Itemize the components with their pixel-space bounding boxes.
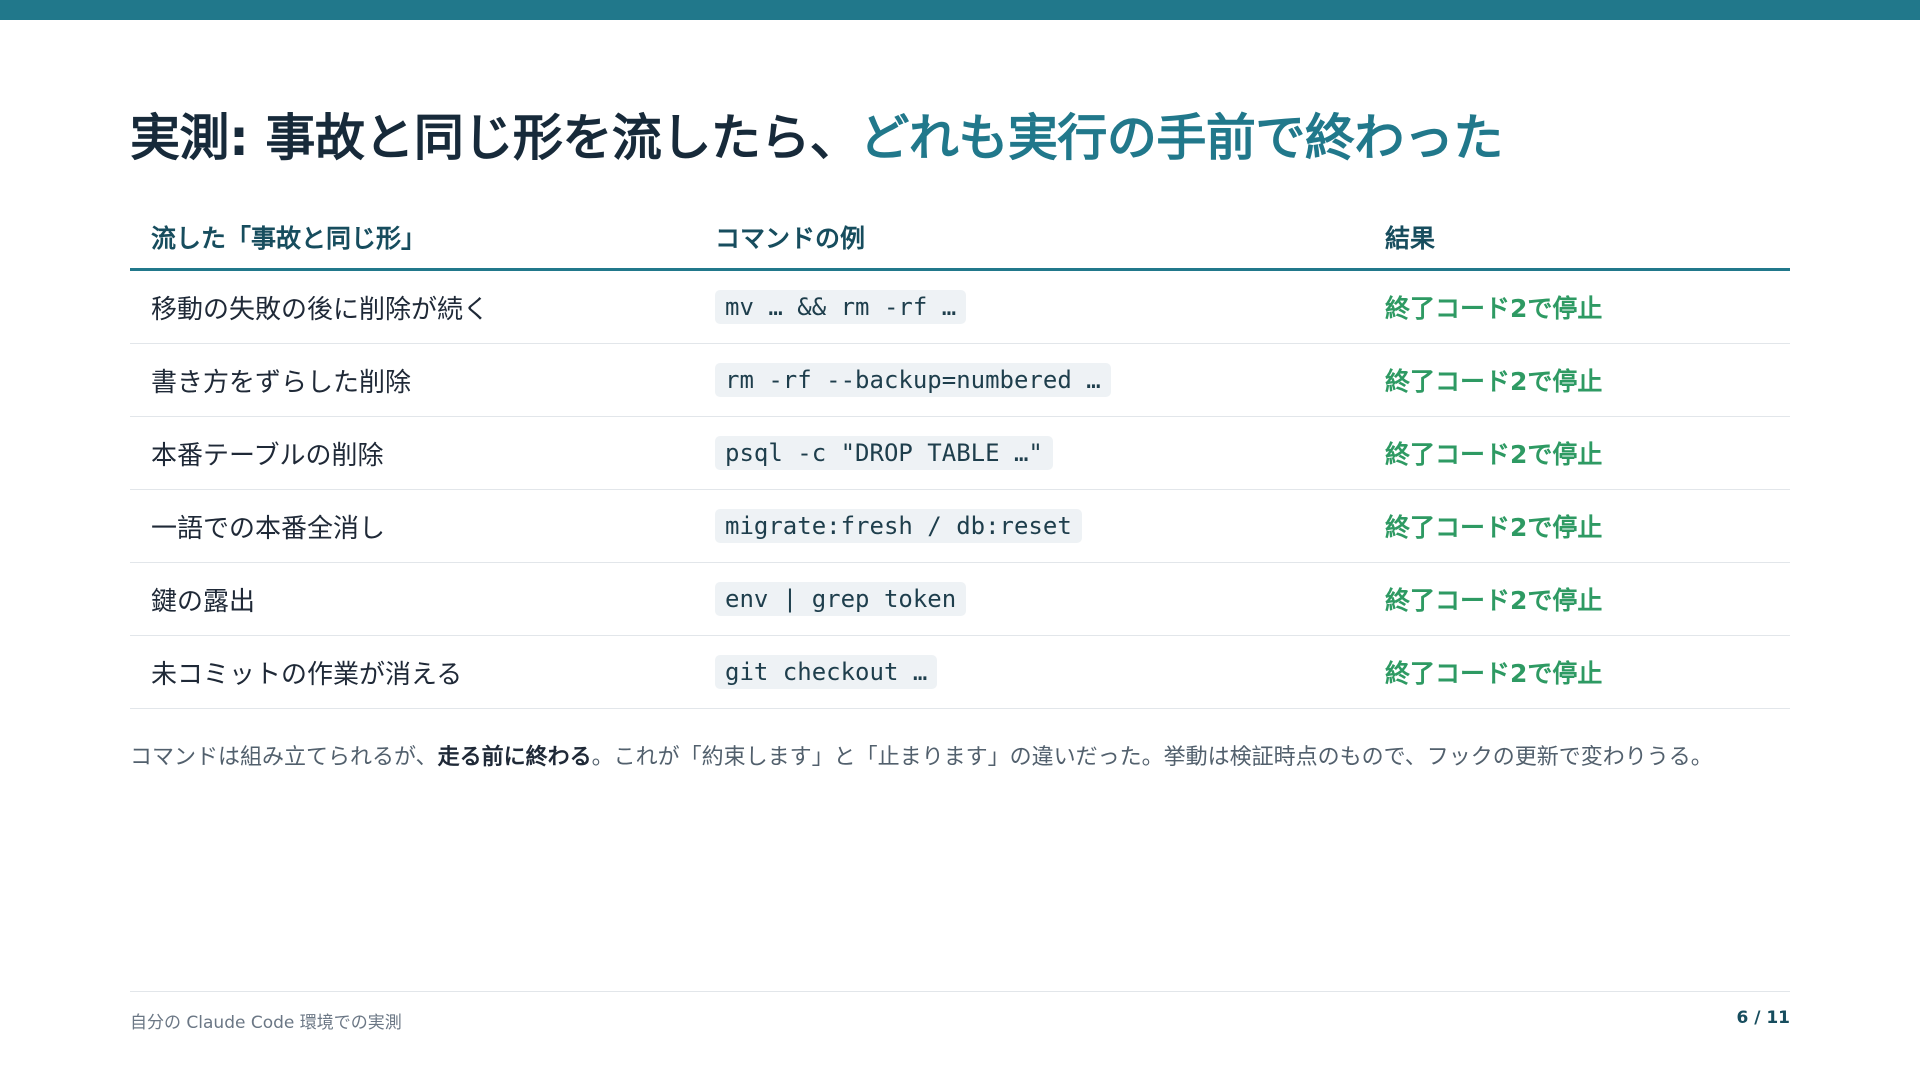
row-command-cell: rm -rf --backup=numbered …	[712, 343, 1382, 417]
table-header-row: 流した「事故と同じ形」 コマンドの例 結果	[130, 206, 1790, 271]
table-row: 移動の失敗の後に削除が続く mv … && rm -rf … 終了コード2で停止	[130, 269, 1790, 344]
footer-source: 自分の Claude Code 環境での実測	[130, 1013, 402, 1033]
row-result: 終了コード2で停止	[1382, 635, 1790, 709]
row-command-cell: migrate:fresh / db:reset	[712, 489, 1382, 563]
row-shape: 鍵の露出	[130, 562, 712, 636]
slide-title: 実測: 事故と同じ形を流したら、どれも実行の手前で終わった	[130, 104, 1503, 172]
table-row: 書き方をずらした削除 rm -rf --backup=numbered … 終了…	[130, 343, 1790, 417]
results-table: 流した「事故と同じ形」 コマンドの例 結果 移動の失敗の後に削除が続く mv ……	[130, 206, 1790, 709]
header-shape: 流した「事故と同じ形」	[130, 206, 712, 271]
slide: 実測: 事故と同じ形を流したら、どれも実行の手前で終わった 流した「事故と同じ形…	[130, 0, 1790, 1080]
row-shape: 本番テーブルの削除	[130, 416, 712, 490]
row-command-cell: git checkout …	[712, 635, 1382, 709]
row-shape: 書き方をずらした削除	[130, 343, 712, 417]
row-command-cell: env | grep token	[712, 562, 1382, 636]
table-row: 本番テーブルの削除 psql -c "DROP TABLE …" 終了コード2で…	[130, 416, 1790, 490]
command-code: mv … && rm -rf …	[715, 290, 967, 324]
row-command-cell: mv … && rm -rf …	[712, 269, 1382, 344]
row-result: 終了コード2で停止	[1382, 416, 1790, 490]
row-result: 終了コード2で停止	[1382, 489, 1790, 563]
header-command: コマンドの例	[712, 206, 1382, 271]
table-row: 一語での本番全消し migrate:fresh / db:reset 終了コード…	[130, 489, 1790, 563]
note-before: コマンドは組み立てられるが、	[130, 745, 438, 770]
row-result: 終了コード2で停止	[1382, 343, 1790, 417]
command-code: rm -rf --backup=numbered …	[715, 363, 1111, 397]
note-after: 。これが「約束します」と「止まります」の違いだった。挙動は検証時点のもので、フッ…	[591, 745, 1713, 770]
header-result: 結果	[1382, 206, 1790, 271]
title-accent: どれも実行の手前で終わった	[859, 109, 1503, 167]
command-code: psql -c "DROP TABLE …"	[715, 436, 1053, 470]
row-command-cell: psql -c "DROP TABLE …"	[712, 416, 1382, 490]
page-number: 6 / 11	[1736, 1008, 1790, 1028]
note-emphasis: 走る前に終わる	[437, 745, 592, 770]
title-lead: 実測: 事故と同じ形を流したら、	[130, 109, 860, 167]
row-result: 終了コード2で停止	[1382, 562, 1790, 636]
row-shape: 移動の失敗の後に削除が続く	[130, 269, 712, 344]
command-code: env | grep token	[715, 582, 967, 616]
table-row: 未コミットの作業が消える git checkout … 終了コード2で停止	[130, 635, 1790, 709]
row-result: 終了コード2で停止	[1382, 269, 1790, 344]
row-shape: 一語での本番全消し	[130, 489, 712, 563]
command-code: git checkout …	[715, 655, 938, 689]
table-row: 鍵の露出 env | grep token 終了コード2で停止	[130, 562, 1790, 636]
footer-divider	[130, 991, 1790, 992]
row-shape: 未コミットの作業が消える	[130, 635, 712, 709]
summary-note: コマンドは組み立てられるが、走る前に終わる。これが「約束します」と「止まります」…	[130, 738, 1790, 778]
command-code: migrate:fresh / db:reset	[715, 509, 1082, 543]
